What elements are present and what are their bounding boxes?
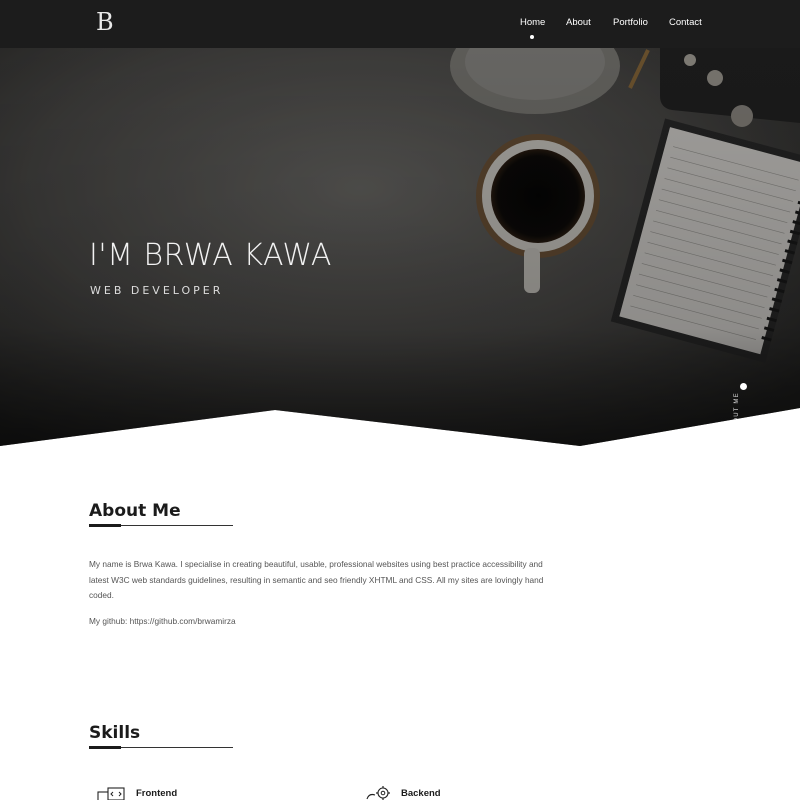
monitor-code-icon — [97, 787, 125, 800]
skills-section-title: Skills — [89, 723, 141, 743]
nav-links: Home About Portfolio Contact — [0, 17, 800, 37]
hero-section: I'M BRWA KAWA WEB DEVELOPER ABOUT ME — [0, 48, 800, 446]
scroll-to-about-link[interactable]: ABOUT ME — [733, 381, 753, 446]
scroll-label: ABOUT ME — [734, 392, 740, 433]
github-link-text[interactable]: My github: https://github.com/brwamirza — [89, 614, 559, 630]
nav-link-home[interactable]: Home — [520, 17, 545, 28]
nav-link-contact[interactable]: Contact — [669, 17, 702, 28]
active-nav-indicator — [530, 35, 534, 39]
about-title-underline — [89, 524, 233, 527]
nav-link-portfolio[interactable]: Portfolio — [613, 17, 648, 28]
chevron-down-icon — [740, 438, 745, 446]
skill-backend-label: Backend — [401, 788, 441, 799]
skill-backend: Backend — [365, 784, 485, 800]
about-section-title: About Me — [89, 501, 181, 521]
hero-title: I'M BRWA KAWA — [89, 238, 332, 273]
nav-link-about[interactable]: About — [566, 17, 591, 28]
about-paragraph: My name is Brwa Kawa. I specialise in cr… — [89, 559, 544, 600]
server-gear-icon — [366, 786, 390, 800]
navbar: B Home About Portfolio Contact — [0, 0, 800, 48]
skill-frontend: Frontend — [96, 784, 216, 800]
skill-frontend-label: Frontend — [136, 788, 178, 799]
skills-title-underline — [89, 746, 233, 749]
hero-subtitle: WEB DEVELOPER — [90, 284, 224, 297]
scroll-dot-icon — [740, 383, 747, 390]
